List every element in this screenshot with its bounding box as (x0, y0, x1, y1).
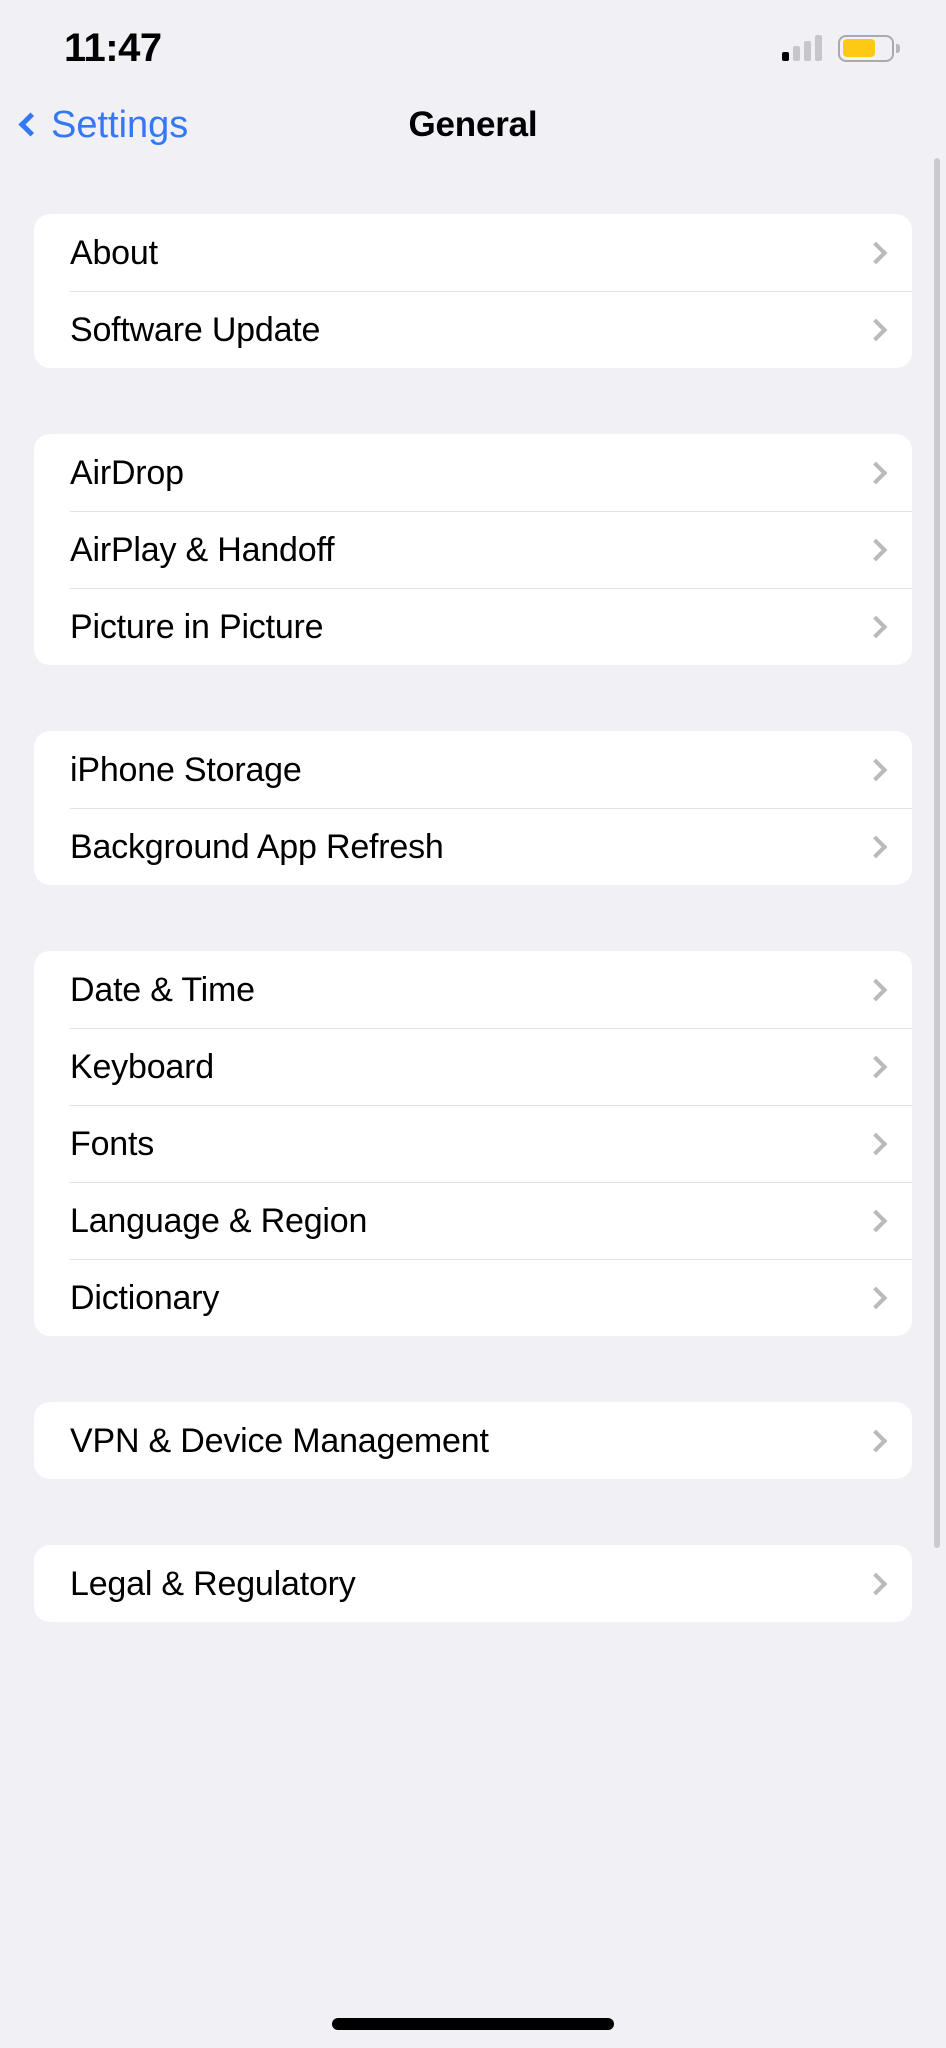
chevron-right-icon (864, 1572, 888, 1595)
settings-row[interactable]: Legal & Regulatory (34, 1545, 912, 1622)
settings-row-label: Software Update (70, 310, 321, 349)
settings-row[interactable]: Software Update (34, 291, 912, 368)
settings-group-storage: iPhone Storage Background App Refresh (34, 731, 912, 885)
settings-row[interactable]: Dictionary (34, 1259, 912, 1336)
chevron-right-icon (864, 1209, 888, 1232)
chevron-right-icon (864, 318, 888, 341)
chevron-right-icon (864, 1132, 888, 1155)
home-indicator[interactable] (332, 2018, 614, 2030)
settings-row[interactable]: iPhone Storage (34, 731, 912, 808)
settings-row-label: AirPlay & Handoff (70, 530, 335, 569)
settings-group-legal: Legal & Regulatory (34, 1545, 912, 1622)
settings-row[interactable]: AirPlay & Handoff (34, 511, 912, 588)
settings-row[interactable]: AirDrop (34, 434, 912, 511)
chevron-right-icon (864, 1429, 888, 1452)
battery-fill (842, 39, 876, 57)
chevron-right-icon (864, 241, 888, 264)
navigation-bar: Settings General (0, 86, 946, 164)
settings-row-label: Keyboard (70, 1047, 214, 1086)
list-top-spacer (0, 164, 946, 214)
settings-row[interactable]: Background App Refresh (34, 808, 912, 885)
settings-row[interactable]: Language & Region (34, 1182, 912, 1259)
settings-row[interactable]: About (34, 214, 912, 291)
settings-row-label: Legal & Regulatory (70, 1564, 356, 1603)
status-bar-indicators (782, 25, 900, 62)
settings-row-label: Picture in Picture (70, 607, 324, 646)
vertical-scrollbar[interactable] (934, 158, 940, 1548)
settings-row-label: iPhone Storage (70, 750, 302, 789)
settings-row-label: About (70, 233, 158, 272)
settings-group-localization: Date & Time Keyboard Fonts Language & Regio… (34, 951, 912, 1336)
cellular-signal-icon (782, 35, 822, 61)
settings-group-management: VPN & Device Management (34, 1402, 912, 1479)
settings-row-label: Background App Refresh (70, 827, 444, 866)
settings-row[interactable]: Fonts (34, 1105, 912, 1182)
chevron-right-icon (864, 758, 888, 781)
chevron-right-icon (864, 835, 888, 858)
chevron-right-icon (864, 538, 888, 561)
settings-row-label: Dictionary (70, 1278, 220, 1317)
status-bar-clock: 11:47 (64, 26, 162, 70)
settings-row-label: VPN & Device Management (70, 1421, 489, 1460)
settings-groups: About Software Update AirDrop AirPlay & Han… (0, 214, 946, 1688)
status-bar: 11:47 (0, 0, 946, 86)
chevron-right-icon (864, 978, 888, 1001)
settings-group-sharing: AirDrop AirPlay & Handoff Picture in Pictu… (34, 434, 912, 665)
settings-row[interactable]: Date & Time (34, 951, 912, 1028)
settings-row[interactable]: VPN & Device Management (34, 1402, 912, 1479)
battery-cap (896, 43, 900, 53)
settings-row-label: AirDrop (70, 453, 184, 492)
settings-group-device-info: About Software Update (34, 214, 912, 368)
settings-row-label: Fonts (70, 1124, 155, 1163)
settings-row-label: Date & Time (70, 970, 255, 1009)
chevron-right-icon (864, 461, 888, 484)
chevron-right-icon (864, 615, 888, 638)
settings-row-label: Language & Region (70, 1201, 368, 1240)
chevron-right-icon (864, 1286, 888, 1309)
chevron-right-icon (864, 1055, 888, 1078)
battery-icon (838, 34, 900, 62)
settings-row[interactable]: Keyboard (34, 1028, 912, 1105)
page-title: General (408, 105, 538, 144)
settings-list[interactable]: About Software Update AirDrop AirPlay & Han… (0, 164, 946, 2048)
settings-general-screen: 11:47 Settings General About Software Upd… (0, 0, 946, 2048)
settings-row[interactable]: Picture in Picture (34, 588, 912, 665)
